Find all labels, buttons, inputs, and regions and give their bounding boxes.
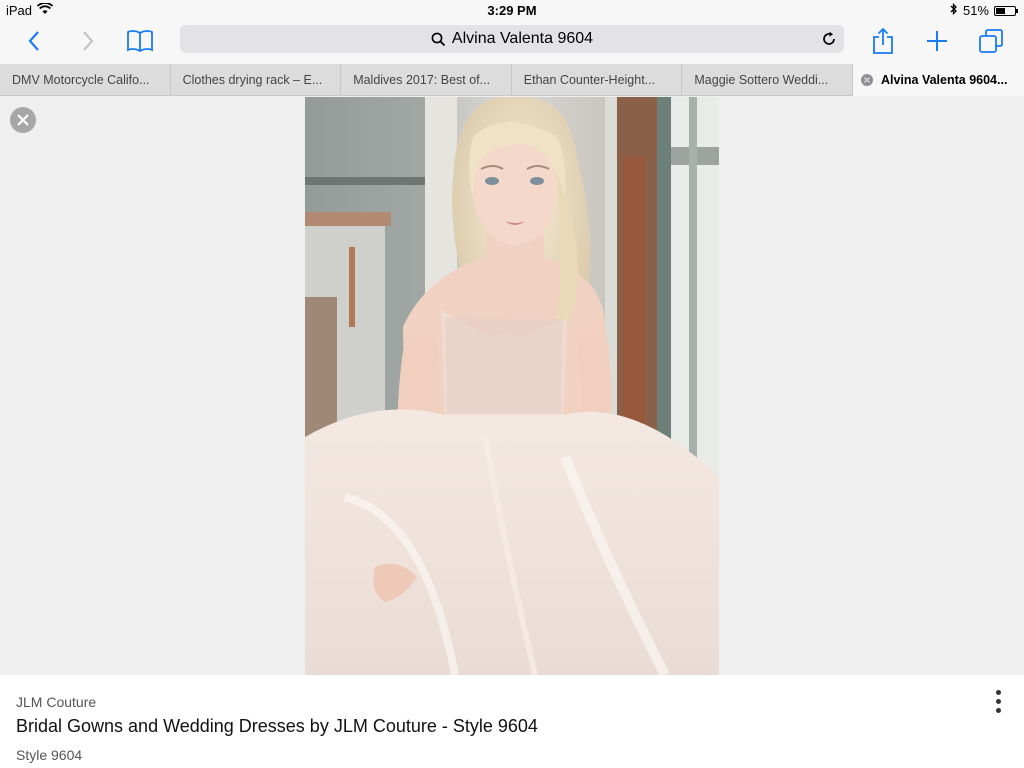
new-tab-button[interactable] [919,24,955,58]
browser-toolbar: Alvina Valenta 9604 [0,20,1024,64]
address-bar[interactable]: Alvina Valenta 9604 [180,25,844,53]
bluetooth-icon [950,2,958,18]
tabs-overview-button[interactable] [973,24,1009,58]
more-options-button[interactable] [988,689,1008,713]
tab-label: Alvina Valenta 9604... [880,73,1008,87]
tab-clothes-drying-rack[interactable]: Clothes drying rack – E... [171,64,342,96]
image-source[interactable]: JLM Couture [16,694,96,710]
share-icon [873,27,893,54]
bookmarks-button[interactable] [122,24,158,58]
tab-label: DMV Motorcycle Califo... [12,73,150,87]
tab-maldives-2017[interactable]: Maldives 2017: Best of... [341,64,512,96]
book-icon [127,30,153,53]
address-text: Alvina Valenta 9604 [451,30,594,47]
tab-label: Maldives 2017: Best of... [353,73,491,87]
reload-icon[interactable] [820,30,838,48]
tab-bar: DMV Motorcycle Califo... Clothes drying … [0,64,1024,96]
tab-label: Maggie Sottero Weddi... [694,73,829,87]
tab-maggie-sottero[interactable]: Maggie Sottero Weddi... [682,64,853,96]
status-bar: iPad 3:29 PM 51% [0,0,1024,20]
share-button[interactable] [865,24,901,58]
bridal-gown-photo[interactable] [305,97,719,675]
chevron-right-icon [83,31,94,51]
chevron-left-icon [28,31,39,51]
tab-ethan-counter-height[interactable]: Ethan Counter-Height... [512,64,683,96]
forward-button[interactable] [70,24,106,58]
close-viewer-button[interactable] [10,107,36,133]
tab-label: Ethan Counter-Height... [523,73,656,87]
tab-dmv-motorcycle[interactable]: DMV Motorcycle Califo... [0,64,171,96]
tab-alvina-valenta[interactable]: Alvina Valenta 9604... [852,64,1024,96]
tabs-icon [979,29,1003,53]
image-viewer [0,97,1024,675]
image-caption-panel: JLM Couture Bridal Gowns and Wedding Dre… [0,675,1024,768]
more-vertical-icon [995,689,1001,695]
back-button[interactable] [16,24,52,58]
image-subtitle: Style 9604 [16,747,83,763]
battery-percent: 51% [962,3,989,18]
plus-icon [927,31,947,51]
status-time: 3:29 PM [487,3,537,18]
close-icon [17,114,29,126]
image-title[interactable]: Bridal Gowns and Wedding Dresses by JLM … [16,716,538,737]
battery-icon [994,5,1018,16]
search-icon [431,32,446,47]
tab-label: Clothes drying rack – E... [182,73,323,87]
tab-close-icon[interactable] [860,74,873,86]
